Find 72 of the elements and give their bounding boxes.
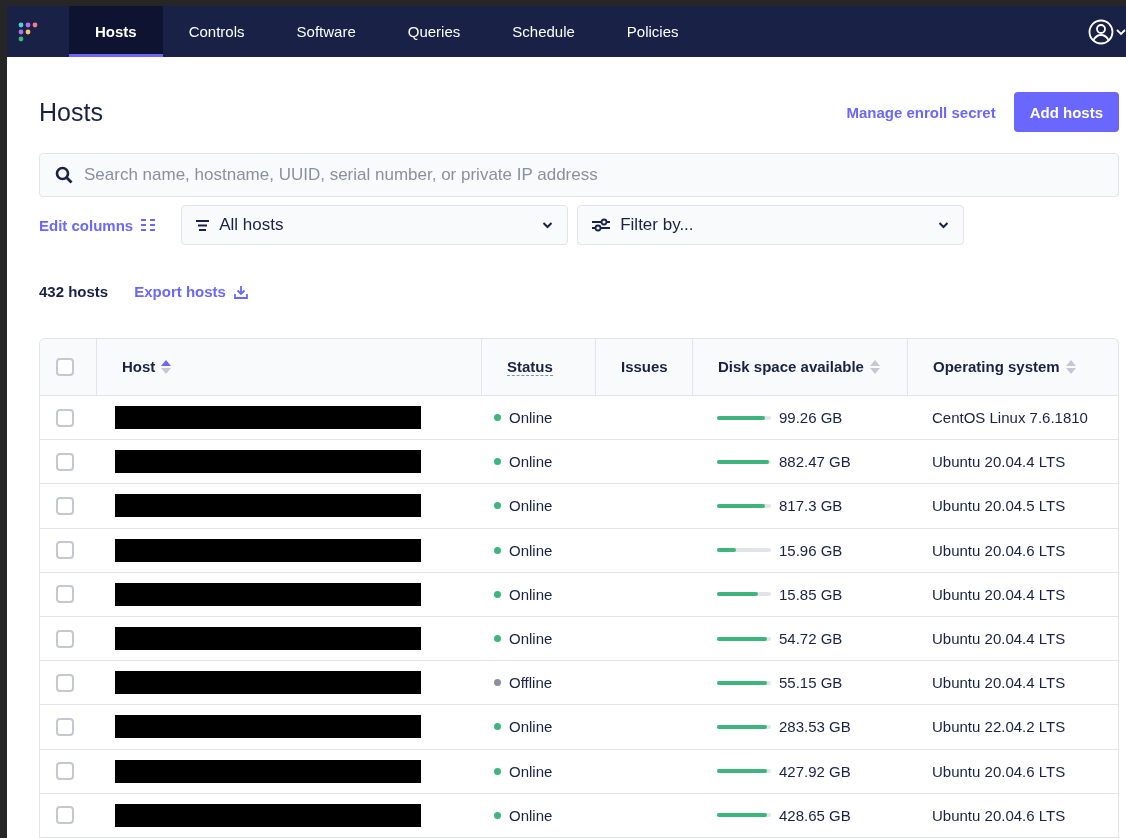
disk-space-text: 817.3 GB <box>779 497 843 515</box>
disk-space-text: 54.72 GB <box>779 630 843 648</box>
os-text: Ubuntu 20.04.6 LTS <box>932 806 1066 824</box>
select-all-checkbox[interactable] <box>56 358 74 376</box>
nav-tab[interactable]: Software <box>270 6 382 57</box>
status-text: Offline <box>509 674 553 692</box>
disk-space-text: 55.15 GB <box>779 674 843 692</box>
os-text: CentOS Linux 7.6.1810 <box>932 409 1088 427</box>
os-text: Ubuntu 20.04.4 LTS <box>932 630 1066 648</box>
page-title: Hosts <box>39 97 103 127</box>
edit-columns-link[interactable]: Edit columns <box>39 216 156 234</box>
manage-enroll-secret-link[interactable]: Manage enroll secret <box>846 103 996 121</box>
disk-space-text: 15.85 GB <box>779 585 843 603</box>
os-text: Ubuntu 20.04.4 LTS <box>932 453 1066 471</box>
host-count: 432 hosts <box>39 283 109 300</box>
status-text: Online <box>509 497 553 515</box>
os-text: Ubuntu 20.04.4 LTS <box>932 585 1066 603</box>
disk-space-text: 882.47 GB <box>779 453 851 471</box>
nav-tab[interactable]: Hosts <box>69 6 163 57</box>
nav-tab[interactable]: Schedule <box>486 6 601 57</box>
add-hosts-button[interactable]: Add hosts <box>1013 92 1119 132</box>
row-checkbox[interactable] <box>56 408 74 427</box>
os-text: Ubuntu 20.04.6 LTS <box>932 541 1066 559</box>
hosts-dropdown[interactable]: All hosts <box>181 205 569 245</box>
chevron-down-icon[interactable] <box>1116 27 1126 36</box>
logo-icon[interactable] <box>17 20 39 43</box>
status-text: Online <box>509 409 553 427</box>
os-text: Ubuntu 20.04.4 LTS <box>932 674 1066 692</box>
sort-icon[interactable] <box>161 360 172 374</box>
row-checkbox[interactable] <box>56 762 74 781</box>
nav-tab[interactable]: Controls <box>162 6 271 57</box>
disk-space-text: 99.26 GB <box>779 409 843 427</box>
export-hosts-link[interactable]: Export hosts <box>134 283 248 300</box>
status-text: Online <box>509 541 553 559</box>
row-checkbox[interactable] <box>56 541 74 560</box>
row-checkbox[interactable] <box>56 496 74 515</box>
status-text: Online <box>509 585 553 603</box>
status-text: Online <box>509 630 553 648</box>
row-checkbox[interactable] <box>56 673 74 692</box>
nav-tab[interactable]: Queries <box>381 6 487 57</box>
row-checkbox[interactable] <box>56 585 74 604</box>
os-text: Ubuntu 22.04.2 LTS <box>932 718 1066 736</box>
disk-space-text: 428.65 GB <box>779 806 851 824</box>
row-checkbox[interactable] <box>56 718 74 736</box>
os-text: Ubuntu 20.04.6 LTS <box>932 762 1066 780</box>
status-text: Online <box>509 806 553 824</box>
row-checkbox[interactable] <box>56 629 74 648</box>
status-text: Online <box>509 718 553 736</box>
search-field[interactable]: Search name, hostname, UUID, serial number, or private IP address <box>39 153 1119 197</box>
user-avatar-icon[interactable] <box>1088 18 1114 45</box>
column-header[interactable]: Host <box>122 358 156 376</box>
search-icon <box>55 166 73 184</box>
status-text: Online <box>509 453 553 471</box>
list-filter-icon <box>196 219 210 231</box>
columns-icon <box>141 218 156 232</box>
chevron-down-icon <box>542 221 554 229</box>
sliders-icon <box>592 218 611 232</box>
os-text: Ubuntu 20.04.5 LTS <box>932 497 1066 515</box>
row-checkbox[interactable] <box>56 452 74 471</box>
disk-space-text: 427.92 GB <box>779 762 851 780</box>
column-header[interactable]: Disk space available <box>718 358 864 376</box>
chevron-down-icon <box>938 221 950 229</box>
disk-space-text: 15.96 GB <box>779 541 843 559</box>
download-icon <box>233 284 248 299</box>
filter-dropdown[interactable]: Filter by... <box>577 205 965 245</box>
column-header[interactable]: Operating system <box>933 358 1060 376</box>
nav-tab[interactable]: Policies <box>600 6 705 57</box>
status-text: Online <box>509 762 553 780</box>
column-header[interactable]: Status <box>507 358 553 376</box>
disk-space-text: 283.53 GB <box>779 718 851 736</box>
row-checkbox[interactable] <box>56 806 74 825</box>
column-header[interactable]: Issues <box>621 358 668 376</box>
